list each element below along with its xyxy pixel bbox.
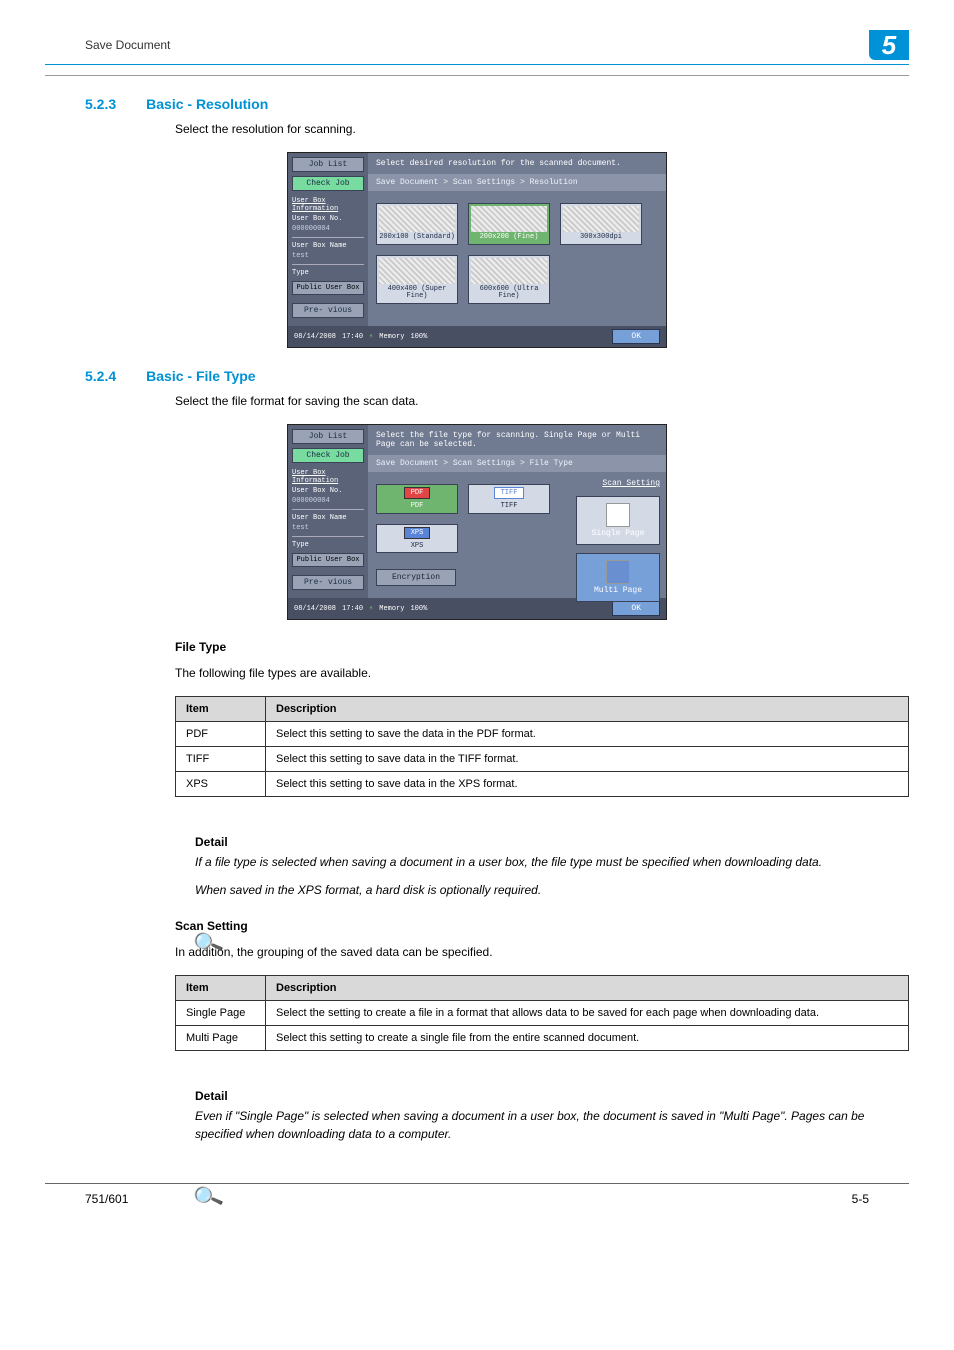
table-row: XPSSelect this setting to save data in t… (176, 772, 909, 797)
previous-button[interactable]: Pre- vious (292, 575, 364, 590)
section-523-intro: Select the resolution for scanning. (175, 120, 909, 138)
userbox-info-label: User Box Information (292, 197, 364, 213)
status-time: 17:40 (342, 605, 363, 613)
check-job-button[interactable]: Check Job (292, 176, 364, 191)
table-row: Single PageSelect the setting to create … (176, 1001, 909, 1026)
filetype-xps[interactable]: XPSXPS (376, 524, 458, 554)
detail-note-filetype: 🔍 Detail If a file type is selected when… (195, 809, 909, 899)
userbox-no-value: 000000004 (292, 497, 364, 505)
power-icon: ⚡ (369, 332, 373, 341)
scan-single-page[interactable]: Single Page (576, 496, 660, 545)
userbox-info-label: User Box Information (292, 469, 364, 485)
job-list-button[interactable]: Job List (292, 429, 364, 444)
filetype-pdf[interactable]: PDFPDF (376, 484, 458, 514)
status-time: 17:40 (342, 333, 363, 341)
section-524-intro: Select the file format for saving the sc… (175, 392, 909, 410)
footer-right: 5-5 (852, 1192, 869, 1206)
detail-body: Even if "Single Page" is selected when s… (195, 1107, 909, 1143)
job-list-button[interactable]: Job List (292, 157, 364, 172)
userbox-no-label: User Box No. (292, 215, 364, 223)
detail-label: Detail (195, 835, 909, 849)
type-label: Type (292, 269, 364, 277)
check-job-button[interactable]: Check Job (292, 448, 364, 463)
filetype-table: Item Description PDFSelect this setting … (175, 696, 909, 797)
res-400x400[interactable]: 400x400 (Super Fine) (376, 255, 458, 304)
userbox-name-label: User Box Name (292, 242, 364, 250)
breadcrumb: Save Document > Scan Settings > File Typ… (368, 455, 666, 472)
encryption-button[interactable]: Encryption (376, 569, 456, 586)
status-memory-value: 100% (410, 333, 427, 341)
header-rule-thin (45, 75, 909, 76)
filetype-heading: File Type (175, 640, 909, 654)
th-item: Item (176, 697, 266, 722)
power-icon: ⚡ (369, 604, 373, 613)
status-date: 08/14/2008 (294, 333, 336, 341)
userbox-name-label: User Box Name (292, 514, 364, 522)
section-number: 5.2.3 (85, 96, 116, 112)
running-title: Save Document (45, 38, 170, 52)
detail-label: Detail (195, 1089, 909, 1103)
screenshot-filetype: Job List Check Job User Box Information … (45, 424, 909, 620)
detail-note-scansetting: 🔍 Detail Even if "Single Page" is select… (195, 1063, 909, 1143)
screenshot-resolution: Job List Check Job User Box Information … (45, 152, 909, 348)
status-date: 08/14/2008 (294, 605, 336, 613)
type-value: Public User Box (292, 281, 364, 295)
res-600x600[interactable]: 600x600 (Ultra Fine) (468, 255, 550, 304)
type-label: Type (292, 541, 364, 549)
res-300x300[interactable]: 300x300dpi (560, 203, 642, 245)
userbox-no-value: 000000004 (292, 225, 364, 233)
ok-button[interactable]: OK (612, 329, 660, 344)
screen-message: Select desired resolution for the scanne… (368, 153, 666, 174)
status-memory-label: Memory (379, 605, 404, 613)
footer-left: 751/601 (85, 1192, 128, 1206)
th-item: Item (176, 976, 266, 1001)
filetype-intro: The following file types are available. (175, 664, 909, 682)
previous-button[interactable]: Pre- vious (292, 303, 364, 318)
scansetting-intro: In addition, the grouping of the saved d… (175, 943, 909, 961)
screen-message: Select the file type for scanning. Singl… (368, 425, 666, 455)
type-value: Public User Box (292, 553, 364, 567)
section-524-heading: 5.2.4 Basic - File Type (45, 368, 909, 384)
filetype-tiff[interactable]: TIFFTIFF (468, 484, 550, 514)
detail-body: If a file type is selected when saving a… (195, 853, 909, 871)
userbox-name-value: test (292, 524, 364, 532)
status-memory-label: Memory (379, 333, 404, 341)
table-row: TIFFSelect this setting to save data in … (176, 747, 909, 772)
res-200x200[interactable]: 200x200 (Fine) (468, 203, 550, 245)
scan-multi-page[interactable]: Multi Page (576, 553, 660, 602)
table-row: Multi PageSelect this setting to create … (176, 1026, 909, 1051)
section-title: Basic - Resolution (146, 96, 268, 112)
breadcrumb: Save Document > Scan Settings > Resoluti… (368, 174, 666, 191)
section-title: Basic - File Type (146, 368, 255, 384)
userbox-no-label: User Box No. (292, 487, 364, 495)
section-523-heading: 5.2.3 Basic - Resolution (45, 96, 909, 112)
page-footer: 751/601 5-5 (45, 1183, 909, 1206)
userbox-name-value: test (292, 252, 364, 260)
running-header: Save Document 5 (45, 30, 909, 60)
scan-setting-label: Scan Setting (576, 479, 660, 488)
ok-button[interactable]: OK (612, 601, 660, 616)
res-200x100[interactable]: 200x100 (Standard) (376, 203, 458, 245)
section-number: 5.2.4 (85, 368, 116, 384)
chapter-number: 5 (869, 30, 909, 60)
header-rule-blue (45, 64, 909, 65)
status-memory-value: 100% (410, 605, 427, 613)
